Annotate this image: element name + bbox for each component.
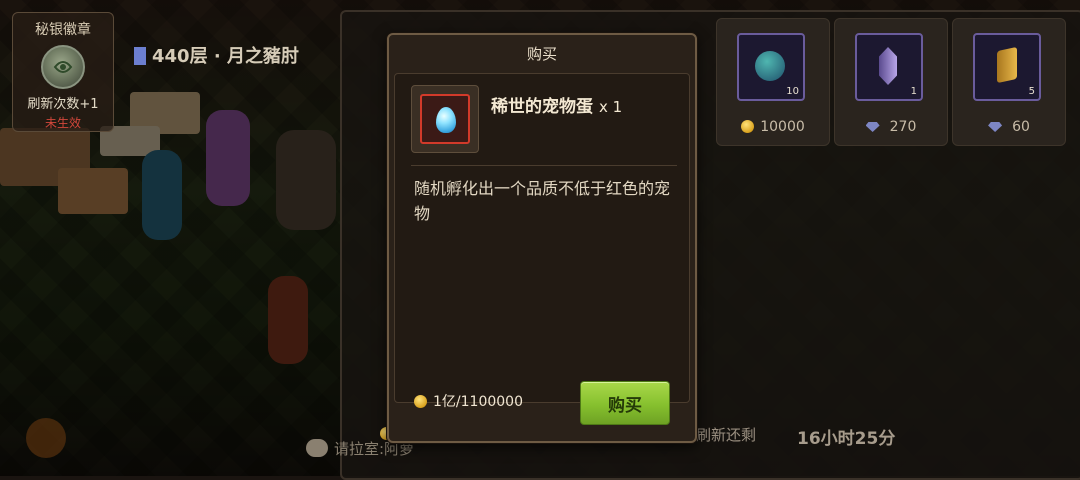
diamond-icon: [988, 122, 1003, 132]
purple-crystal-icon: 1: [855, 33, 923, 101]
item-price-value: 60: [1012, 119, 1030, 135]
gold-scroll-icon: 5: [973, 33, 1041, 101]
dark-orb-icon: 10: [737, 33, 805, 101]
item-description: 随机孵化出一个品质不低于红色的宠物: [414, 179, 671, 223]
refresh-timer: 16小时25分: [797, 429, 896, 449]
mithril-badge-panel[interactable]: 秘银徽章 刷新次数+1 未生效: [12, 12, 114, 132]
item-quantity: x 1: [599, 98, 623, 116]
mithril-badge-icon: [41, 45, 85, 89]
item-count: 5: [1028, 86, 1035, 97]
gold-coin-icon: [741, 120, 755, 133]
badge-title: 秘银徽章: [35, 22, 91, 38]
shop-item-card[interactable]: 5 60: [952, 18, 1066, 146]
chat-bubble-icon: [306, 439, 328, 457]
item-count: 1: [910, 86, 917, 97]
item-price-value: 10000: [760, 119, 805, 135]
pet-egg-icon: [436, 107, 456, 133]
gold-coin-icon: [414, 395, 427, 408]
dialog-content: 稀世的宠物蛋 x 1 随机孵化出一个品质不低于红色的宠物: [394, 73, 690, 403]
diamond-icon: [865, 122, 880, 132]
purchase-dialog: 购买 稀世的宠物蛋 x 1 随机孵化出一个品质不低于红色的宠物 1亿/110000…: [387, 33, 697, 443]
item-price: 270: [835, 119, 947, 135]
badge-status: 未生效: [44, 116, 81, 130]
divider: [411, 165, 677, 166]
buy-button[interactable]: 购买: [580, 381, 670, 425]
item-name: 稀世的宠物蛋 x 1: [491, 92, 622, 117]
item-count: 10: [786, 86, 799, 97]
flag-icon: [134, 47, 146, 65]
shop-item-card[interactable]: 10 10000: [716, 18, 830, 146]
badge-refresh-bonus: 刷新次数+1: [27, 97, 99, 112]
item-price: 10000: [717, 119, 829, 135]
item-name-text: 稀世的宠物蛋: [491, 97, 593, 117]
item-icon-frame: [411, 85, 479, 153]
item-price: 60: [953, 119, 1065, 135]
shop-item-card[interactable]: 1 270: [834, 18, 948, 146]
floor-text: 440层 · 月之豬肘: [152, 46, 299, 67]
cost-value: 1亿/1100000: [433, 394, 523, 410]
purchase-cost: 1亿/1100000: [414, 391, 523, 411]
item-price-value: 270: [889, 119, 917, 135]
rarity-red-border: [420, 94, 470, 144]
floor-label: 440层 · 月之豬肘: [134, 42, 299, 68]
dialog-title: 购买: [526, 45, 557, 63]
